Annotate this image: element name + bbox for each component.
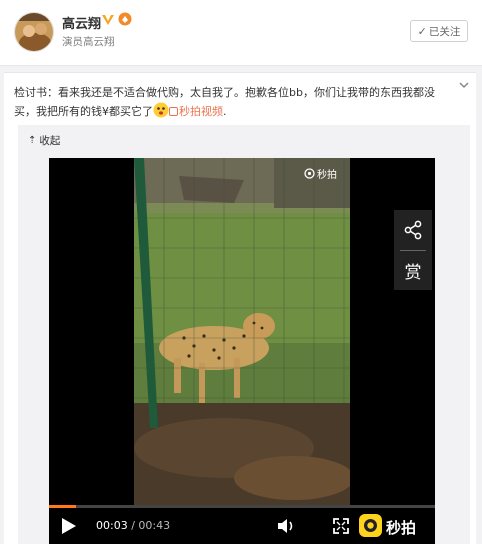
follow-label: 已关注 [428,25,461,38]
video-link[interactable]: 秒拍视频 [169,105,223,118]
user-name[interactable]: 高云翔 [62,13,101,32]
follow-button[interactable]: ✓ 已关注 [410,20,468,42]
verified-icon [102,15,114,25]
reward-button[interactable]: 赏 [394,258,432,283]
share-divider [400,250,426,251]
collapse-label: 收起 [39,135,61,147]
collapse-button[interactable]: ⇡ 收起 [28,133,60,148]
time-display: 00:03 / 00:43 [96,519,170,532]
time-current: 00:03 [96,519,128,532]
play-icon[interactable] [61,517,77,535]
emoji-icon [153,102,169,118]
video-player[interactable]: 秒拍 赏 00:03 / 00:43 秒拍 [49,158,435,544]
time-separator: / [127,519,139,532]
more-chevron-icon[interactable] [458,79,470,91]
rank-icon[interactable] [118,12,132,26]
post-trailing: . [223,105,227,118]
volume-icon[interactable] [277,518,295,534]
avatar[interactable] [14,12,54,52]
brand-name: 秒拍 [386,519,417,537]
share-icon[interactable] [403,220,423,240]
collapse-arrow-icon: ⇡ [28,135,37,146]
post-card: 检讨书：看来我还是不适合做代购，太自我了。抱歉各位bb，你们让我带的东西我都没买… [4,72,476,544]
profile-header: 高云翔 演员高云翔 ✓ 已关注 [0,0,482,66]
video-frame [134,158,350,505]
video-link-icon [169,107,178,116]
video-controls: 00:03 / 00:43 秒拍 [49,508,435,544]
time-total: 00:43 [138,519,171,532]
watermark-label: 秒拍 [317,170,337,181]
post-text: 检讨书：看来我还是不适合做代购，太自我了。抱歉各位bb，你们让我带的东西我都没买… [14,83,454,121]
video-link-label: 秒拍视频 [179,105,223,118]
miaopai-logo-icon[interactable] [359,514,382,537]
check-icon: ✓ [417,24,427,38]
watermark-logo-icon [304,168,315,179]
watermark: 秒拍 [304,166,337,181]
user-description: 演员高云翔 [62,36,115,48]
fullscreen-icon[interactable] [333,518,349,534]
share-panel: 赏 [394,210,432,290]
media-box: ⇡ 收起 秒拍 赏 00:03 / 00:43 秒拍 [18,125,470,544]
